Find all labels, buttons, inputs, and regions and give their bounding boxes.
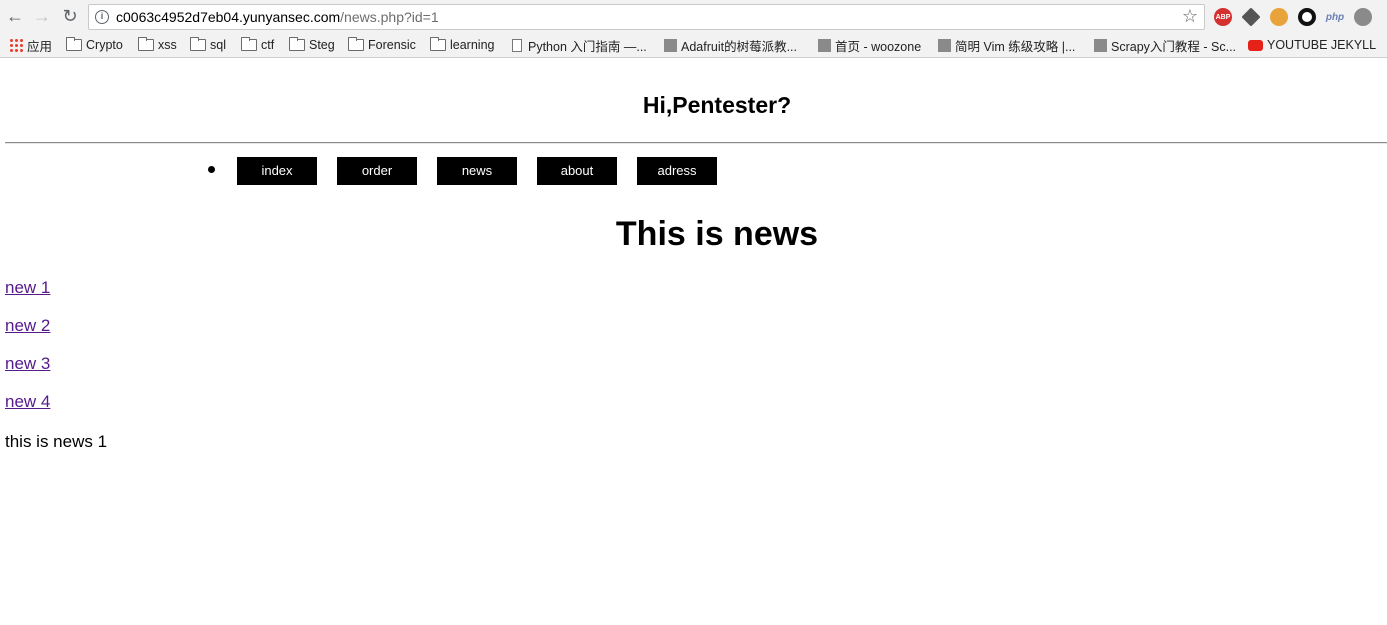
divider	[5, 142, 1387, 144]
settings-extension-icon[interactable]	[1354, 8, 1372, 26]
address-bar-url[interactable]: c0063c4952d7eb04.yunyansec.com/news.php?…	[116, 9, 439, 25]
bookmark-label: sql	[210, 38, 226, 52]
folder-icon	[66, 37, 82, 51]
bookmark-label: Python 入门指南 —...	[528, 39, 647, 54]
bookmark-item[interactable]: Python 入门指南 —...	[512, 37, 647, 54]
folder-icon	[289, 37, 305, 51]
site-title: Hi,Pentester?	[642, 92, 792, 118]
bookmark-label: ctf	[261, 38, 275, 52]
php-extension-icon[interactable]: php	[1326, 8, 1344, 26]
web-page: Hi,Pentester? index order news about adress …	[0, 58, 1387, 625]
site-favicon-icon	[1094, 38, 1107, 52]
bookmark-label: 应用	[27, 39, 53, 54]
bookmark-item[interactable]: Steg	[289, 37, 335, 53]
bookmark-label: Adafruit的树莓派教...	[681, 39, 797, 54]
bookmark-item[interactable]: Scrapy入门教程 - Sc...	[1094, 37, 1237, 54]
menu-bullet	[208, 166, 215, 173]
news-body-text: this is news 1	[5, 432, 108, 451]
youtube-icon	[1248, 39, 1263, 51]
menu-item-news[interactable]: news	[437, 157, 517, 185]
bookmark-item[interactable]: sql	[190, 37, 226, 53]
bookmark-label: Forensic	[368, 38, 416, 52]
bookmark-item[interactable]: 应用	[9, 37, 53, 54]
menu-item-index[interactable]: index	[237, 157, 317, 185]
bookmark-star-icon[interactable]: ☆	[1182, 6, 1198, 27]
folder-icon	[430, 37, 446, 51]
bookmark-item[interactable]: 首页 - woozone	[818, 37, 922, 54]
bookmark-item[interactable]: YOUTUBE JEKYLL	[1248, 37, 1376, 53]
back-arrow-icon[interactable]: ←	[5, 6, 25, 26]
reload-icon[interactable]: ↻	[60, 6, 80, 26]
bookmark-label: learning	[450, 38, 495, 52]
bookmark-label: xss	[158, 38, 177, 52]
folder-icon	[190, 37, 206, 51]
url-path: /news.php?id=1	[340, 9, 439, 25]
site-favicon-icon	[938, 38, 951, 52]
bookmark-label: 简明 Vim 练级攻略 |...	[955, 39, 1076, 54]
bookmark-item[interactable]: ctf	[241, 37, 274, 53]
bookmark-label: YOUTUBE JEKYLL	[1267, 38, 1377, 52]
forward-arrow-icon[interactable]: →	[32, 6, 52, 26]
news-link[interactable]: new 1	[5, 278, 50, 298]
url-host: c0063c4952d7eb04.yunyansec.com	[116, 9, 341, 25]
ring-extension-icon[interactable]	[1298, 8, 1316, 26]
cookie-extension-icon[interactable]	[1270, 8, 1288, 26]
menu-item-adress[interactable]: adress	[637, 157, 717, 185]
browser-chrome: ← → ↻ i c0063c4952d7eb04.yunyansec.com/n…	[0, 0, 1387, 58]
diamond-extension-icon[interactable]	[1241, 7, 1261, 27]
bookmark-label: Steg	[309, 38, 335, 52]
menu-item-order[interactable]: order	[337, 157, 417, 185]
folder-icon	[348, 37, 364, 51]
news-link[interactable]: new 4	[5, 392, 50, 412]
adblock-plus-icon[interactable]: ABP	[1214, 8, 1232, 26]
address-bar[interactable]: i c0063c4952d7eb04.yunyansec.com/news.ph…	[88, 4, 1205, 30]
bookmark-item[interactable]: 简明 Vim 练级攻略 |...	[938, 37, 1076, 54]
menu-item-about[interactable]: about	[537, 157, 617, 185]
bookmark-label: 首页 - woozone	[835, 39, 922, 54]
info-icon[interactable]: i	[95, 10, 109, 24]
folder-icon	[241, 37, 257, 51]
bookmarks-bar: 应用 Crypto xss sql ctf Steg Forensic learning Pyt…	[0, 33, 1387, 57]
bookmark-item[interactable]: Adafruit的树莓派教...	[664, 37, 797, 54]
site-favicon-icon	[818, 38, 831, 52]
bookmark-item[interactable]: Forensic	[348, 37, 416, 53]
news-link[interactable]: new 2	[5, 316, 50, 336]
site-favicon-icon	[664, 38, 677, 52]
bookmark-label: Crypto	[86, 38, 123, 52]
browser-toolbar: ← → ↻ i c0063c4952d7eb04.yunyansec.com/n…	[0, 0, 1387, 33]
page-icon	[512, 38, 522, 52]
bookmark-item[interactable]: learning	[430, 37, 494, 53]
bookmark-item[interactable]: Crypto	[66, 37, 123, 53]
page-heading: This is news	[615, 215, 819, 253]
folder-icon	[138, 37, 154, 51]
bookmark-item[interactable]: xss	[138, 37, 177, 53]
news-link[interactable]: new 3	[5, 354, 50, 374]
bookmark-label: Scrapy入门教程 - Sc...	[1111, 39, 1237, 54]
apps-grid-icon	[9, 38, 23, 52]
